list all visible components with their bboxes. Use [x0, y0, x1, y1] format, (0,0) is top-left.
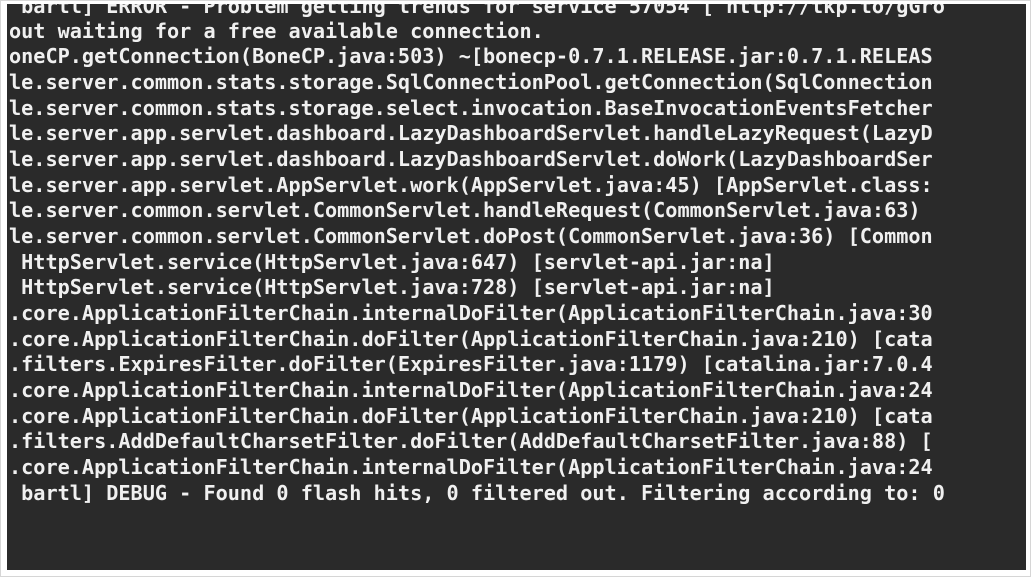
log-line: le.server.common.servlet.CommonServlet.d…: [9, 224, 933, 248]
log-line: .core.ApplicationFilterChain.internalDoF…: [9, 301, 933, 325]
log-line: .core.ApplicationFilterChain.internalDoF…: [9, 378, 933, 402]
log-line: oneCP.getConnection(BoneCP.java:503) ~[b…: [9, 44, 933, 68]
log-line: bartl] ERROR - Problem getting trends fo…: [9, 4, 945, 18]
log-line: le.server.app.servlet.dashboard.LazyDash…: [9, 121, 933, 145]
log-line: .filters.ExpiresFilter.doFilter(ExpiresF…: [9, 352, 933, 376]
log-line: le.server.common.stats.storage.select.in…: [9, 96, 933, 120]
log-line: le.server.common.servlet.CommonServlet.h…: [9, 198, 921, 222]
log-line: HttpServlet.service(HttpServlet.java:728…: [9, 275, 775, 299]
terminal-output[interactable]: bartl] ERROR - Problem getting trends fo…: [7, 4, 1026, 570]
log-line: le.server.app.servlet.dashboard.LazyDash…: [9, 147, 933, 171]
log-line: bartl] DEBUG - Found 0 flash hits, 0 fil…: [9, 481, 945, 505]
log-line: le.server.app.servlet.AppServlet.work(Ap…: [9, 173, 933, 197]
log-line: .core.ApplicationFilterChain.doFilter(Ap…: [9, 404, 933, 428]
log-line: .core.ApplicationFilterChain.internalDoF…: [9, 455, 933, 479]
terminal-window: bartl] ERROR - Problem getting trends fo…: [0, 0, 1031, 577]
log-line: le.server.common.stats.storage.SqlConnec…: [9, 70, 933, 94]
log-line: .core.ApplicationFilterChain.doFilter(Ap…: [9, 327, 933, 351]
log-line: .filters.AddDefaultCharsetFilter.doFilte…: [9, 429, 933, 453]
log-line: out waiting for a free available connect…: [9, 19, 544, 43]
log-line: HttpServlet.service(HttpServlet.java:647…: [9, 250, 775, 274]
